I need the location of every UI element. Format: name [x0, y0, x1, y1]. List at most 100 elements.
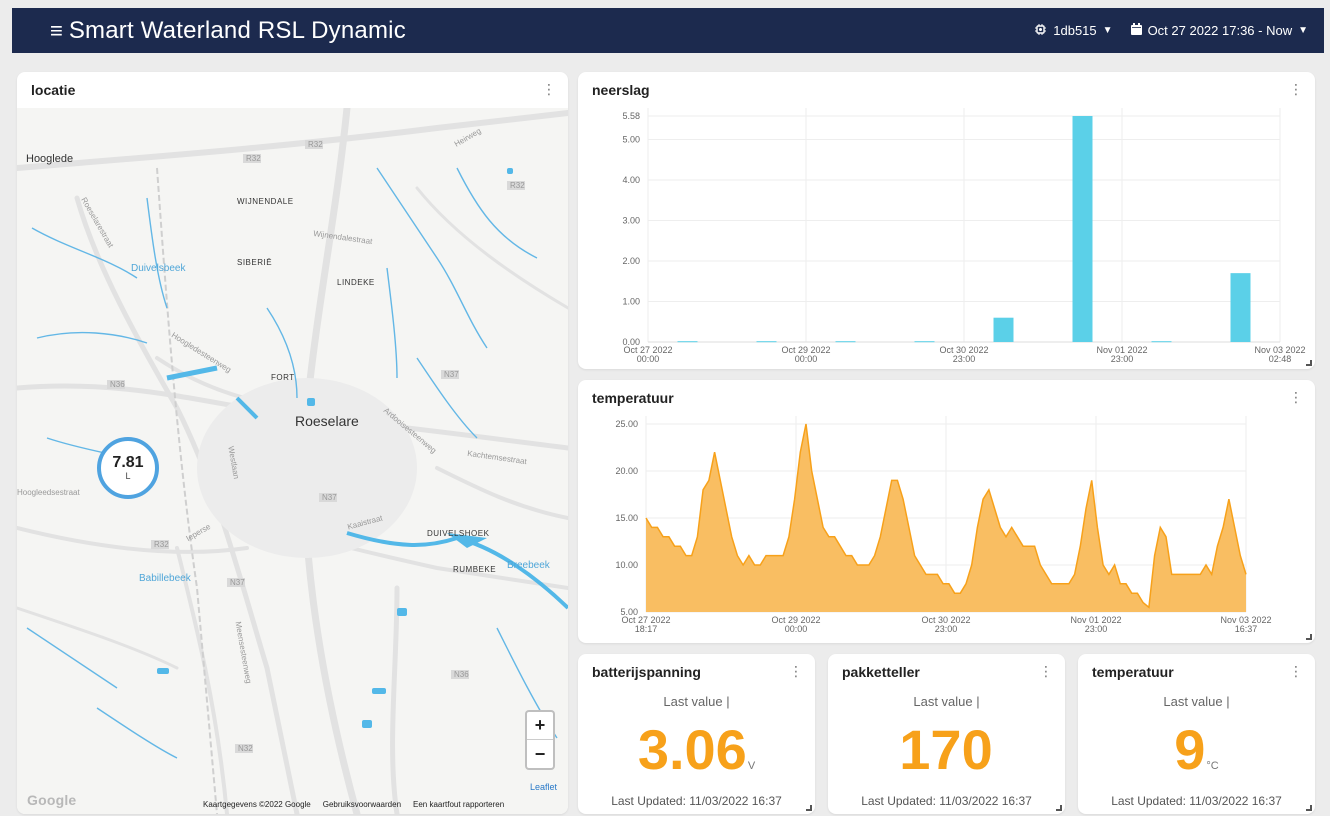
y-tick-label: 15.00 — [615, 513, 638, 523]
leaflet-link[interactable]: Leaflet — [530, 782, 557, 792]
y-tick-label: 10.00 — [615, 560, 638, 570]
y-tick-label: 2.00 — [622, 256, 640, 266]
map-label: Roeselare — [295, 413, 359, 429]
menu-icon[interactable]: ≡ — [50, 19, 63, 42]
value-unit: °C — [1206, 760, 1219, 772]
pakketteller-card: pakketteller ⋮ Last value | 170 Last Upd… — [828, 654, 1065, 814]
map-label: FORT — [271, 373, 295, 382]
map-label: R32 — [510, 181, 525, 190]
map-label: SIBERIË — [237, 258, 273, 267]
card-title: batterijspanning — [592, 664, 701, 680]
y-tick-label: 5.00 — [622, 134, 640, 144]
neerslag-bar[interactable] — [756, 341, 777, 343]
top-bar: ≡ Smart Waterland RSL Dynamic 1db515 ▼ O… — [12, 8, 1324, 53]
marker-value: 7.81 — [112, 454, 144, 471]
map-label: Babillebeek — [139, 573, 191, 584]
neerslag-bar[interactable] — [993, 317, 1014, 342]
current-value: 170 — [828, 720, 1065, 796]
map[interactable]: Hooglede WIJNENDALE SIBERIË LINDEKE FORT… — [17, 108, 568, 814]
chevron-down-icon: ▼ — [1298, 25, 1308, 36]
map-card: locatie ⋮ Hooglede WIJNENDALE SIBERIË LI… — [17, 72, 568, 814]
temperatuur-chart-card: temperatuur ⋮ 5.00 10.00 15.00 20.00 25.00 Oc… — [578, 380, 1315, 643]
map-label: N36 — [454, 670, 469, 679]
dashboard-title: Smart Waterland RSL Dynamic — [68, 16, 406, 44]
neerslag-bar[interactable] — [914, 341, 935, 343]
zoom-in-button[interactable]: + — [527, 712, 553, 740]
map-attribution: Kaartgegevens ©2022 Google Gebruiksvoorw… — [203, 800, 504, 809]
timerange-selector[interactable]: Oct 27 2022 17:36 - Now ▼ — [1130, 23, 1308, 38]
resize-handle[interactable] — [806, 805, 812, 811]
zoom-out-button[interactable]: − — [527, 740, 553, 768]
x-tick-label: 00:00 — [795, 354, 818, 364]
x-tick-label: 02:48 — [1269, 354, 1292, 364]
neerslag-bar[interactable] — [1151, 341, 1172, 343]
resize-handle[interactable] — [1306, 805, 1312, 811]
map-label: RUMBEKE — [453, 565, 497, 574]
calendar-icon — [1130, 23, 1142, 38]
map-label: N37 — [230, 578, 245, 587]
map-label: N37 — [322, 493, 337, 502]
more-options-icon[interactable]: ⋮ — [1289, 390, 1303, 404]
last-value-label: Last value | — [1163, 694, 1230, 709]
zoom-control: + − — [525, 710, 555, 770]
marker-unit: L — [125, 471, 131, 481]
resize-handle[interactable] — [1306, 634, 1312, 640]
timerange-label: Oct 27 2022 17:36 - Now — [1147, 23, 1293, 38]
x-tick-label: 23:00 — [953, 354, 976, 364]
last-value-label: Last value | — [913, 694, 980, 709]
report-error-link[interactable]: Een kaartfout rapporteren — [413, 800, 504, 809]
y-tick-label: 5.58 — [622, 111, 640, 121]
map-label: Hooglede — [26, 153, 74, 165]
y-tick-label: 1.00 — [622, 296, 640, 306]
value-number: 170 — [899, 718, 993, 781]
x-tick-label: 23:00 — [1111, 354, 1134, 364]
resize-handle[interactable] — [1306, 360, 1312, 366]
last-updated: Last Updated: 11/03/2022 16:37 — [1111, 794, 1282, 808]
temperatuur-value-card: temperatuur ⋮ Last value | 9°C Last Upda… — [1078, 654, 1315, 814]
batterijspanning-card: batterijspanning ⋮ Last value | 3.06V La… — [578, 654, 815, 814]
map-label: LINDEKE — [337, 278, 375, 287]
y-tick-label: 25.00 — [615, 419, 638, 429]
last-updated: Last Updated: 11/03/2022 16:37 — [611, 794, 782, 808]
map-label: N36 — [110, 380, 125, 389]
card-title: temperatuur — [1092, 664, 1174, 680]
card-title: neerslag — [592, 82, 650, 98]
map-label: R32 — [154, 540, 169, 549]
map-label: DUIVELSHOEK — [427, 529, 490, 538]
resize-handle[interactable] — [1056, 805, 1062, 811]
neerslag-card: neerslag ⋮ 0.00 1.00 2.00 3.00 4.00 5.00 5.58 O… — [578, 72, 1315, 369]
x-tick-label: 00:00 — [637, 354, 660, 364]
more-options-icon[interactable]: ⋮ — [542, 82, 556, 96]
neerslag-bar[interactable] — [835, 341, 856, 343]
device-label: 1db515 — [1053, 23, 1097, 38]
neerslag-bar[interactable] — [677, 341, 698, 343]
y-tick-label: 4.00 — [622, 175, 640, 185]
more-options-icon[interactable]: ⋮ — [789, 664, 803, 678]
map-label: N37 — [444, 370, 459, 379]
map-label: R32 — [308, 140, 323, 149]
y-tick-label: 20.00 — [615, 466, 638, 476]
card-title: locatie — [31, 82, 76, 98]
neerslag-chart: 0.001.002.003.004.005.005.58Oct 27 20220… — [622, 108, 1306, 364]
device-selector[interactable]: 1db515 ▼ — [1034, 23, 1113, 39]
value-number: 9 — [1174, 718, 1206, 781]
more-options-icon[interactable]: ⋮ — [1039, 664, 1053, 678]
more-options-icon[interactable]: ⋮ — [1289, 664, 1303, 678]
location-marker[interactable]: 7.81 L — [97, 437, 159, 499]
card-title: pakketteller — [842, 664, 920, 680]
chevron-down-icon: ▼ — [1102, 25, 1113, 36]
google-logo: Google — [27, 792, 77, 808]
current-value: 3.06V — [578, 720, 815, 796]
neerslag-bar[interactable] — [1230, 273, 1251, 342]
map-label: Hoogleedsestraat — [17, 488, 80, 497]
neerslag-bar[interactable] — [1072, 116, 1093, 342]
map-label: Breebeek — [507, 560, 550, 571]
x-tick-label: 18:17 — [635, 624, 658, 634]
card-title: temperatuur — [592, 390, 674, 406]
x-tick-label: 00:00 — [785, 624, 808, 634]
terms-link[interactable]: Gebruiksvoorwaarden — [323, 800, 401, 809]
last-value-label: Last value | — [663, 694, 730, 709]
attribution-text: Kaartgegevens ©2022 Google — [203, 800, 311, 809]
more-options-icon[interactable]: ⋮ — [1289, 82, 1303, 96]
current-value: 9°C — [1078, 720, 1315, 796]
